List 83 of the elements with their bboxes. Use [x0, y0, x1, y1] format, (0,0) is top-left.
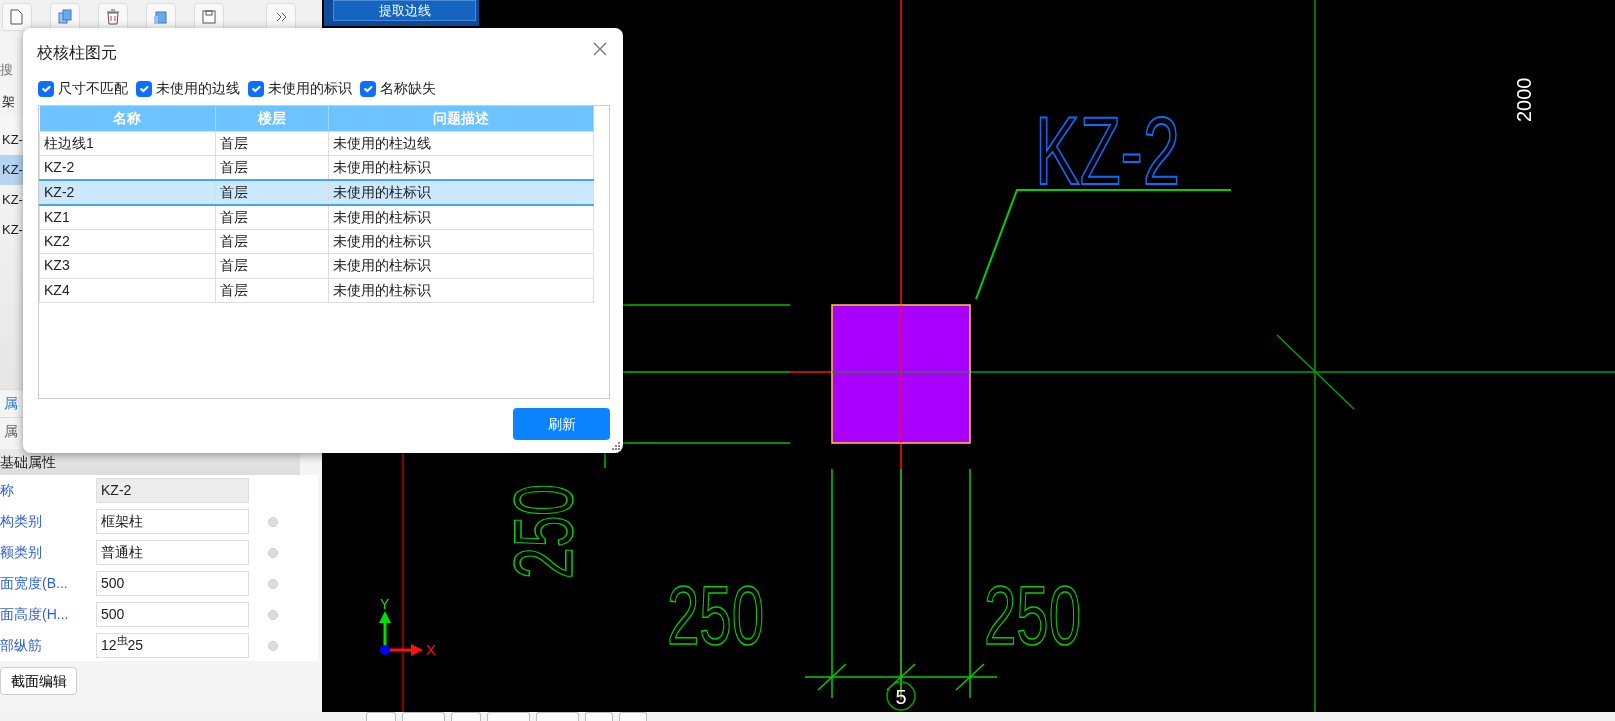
table-cell[interactable]: 未使用的柱标识 [328, 278, 594, 303]
document-icon [8, 7, 26, 26]
toolbar-button[interactable] [50, 2, 80, 31]
refresh-button[interactable]: 刷新 [513, 408, 610, 440]
table-cell[interactable]: 首层 [215, 131, 329, 156]
table-cell[interactable]: KZ2 [39, 229, 216, 254]
dimension-text: 2000 [1513, 77, 1535, 122]
property-label: 部纵筋 [0, 636, 43, 655]
property-field[interactable]: 12$^{虫}$25 [96, 633, 249, 658]
table-cell[interactable]: 未使用的柱标识 [328, 253, 594, 278]
property-field[interactable]: 普通柱 [96, 540, 249, 565]
table-cell[interactable]: 未使用的柱标识 [328, 204, 594, 229]
property-label: 额类别 [0, 543, 43, 562]
tree-label: 架 [2, 93, 15, 112]
toolbar-button[interactable] [2, 2, 32, 31]
dimension-text: 250 [667, 568, 808, 662]
toolbar-button[interactable] [487, 712, 530, 721]
checkbox-label: 尺寸不匹配 [58, 79, 128, 98]
table-cell[interactable]: 未使用的柱标识 [328, 180, 594, 205]
property-field[interactable]: 500 [96, 602, 249, 627]
table-cell[interactable]: 首层 [215, 180, 329, 205]
panel-tab[interactable]: 属 [4, 421, 18, 442]
toolbar-button[interactable] [98, 2, 128, 31]
table-cell[interactable]: 未使用的柱标识 [328, 229, 594, 254]
property-field[interactable]: 框架柱 [96, 509, 249, 534]
radio-dot[interactable] [268, 609, 278, 620]
toolbar-button[interactable] [451, 712, 481, 721]
table-cell[interactable]: 首层 [215, 204, 329, 229]
grid-line [604, 452, 606, 469]
edit-button[interactable]: 截面编辑 [0, 667, 77, 695]
toolbar-button[interactable] [402, 712, 445, 721]
column-header: 名称 [39, 106, 216, 131]
axis-bubble: 5 [886, 681, 916, 711]
table-cell[interactable]: 首层 [215, 229, 329, 254]
coordinate-axes-icon [379, 611, 423, 656]
panel-tab[interactable]: 属 [4, 393, 18, 414]
property-label: 构类别 [0, 512, 43, 531]
resize-grip-icon[interactable] [612, 442, 620, 450]
radio-dot[interactable] [268, 547, 278, 558]
toolbar-button[interactable] [619, 712, 647, 721]
close-icon[interactable] [593, 42, 607, 56]
search-field[interactable]: 搜 [0, 60, 13, 80]
axis-label: X [426, 641, 436, 658]
table-cell[interactable]: KZ4 [39, 278, 216, 303]
axis-label: Y [380, 596, 390, 612]
property-label: 称 [0, 481, 15, 500]
property-field[interactable]: KZ-2 [96, 478, 249, 503]
table-cell[interactable]: KZ-2 [39, 180, 216, 205]
table-cell[interactable]: 首层 [215, 278, 329, 303]
checkbox[interactable] [136, 80, 152, 97]
table-cell[interactable]: 未使用的柱边线 [328, 131, 594, 156]
checkbox-label: 名称缺失 [380, 79, 436, 98]
toolbar-button[interactable] [266, 2, 296, 31]
table-cell[interactable]: KZ1 [39, 204, 216, 229]
property-field[interactable]: 500 [96, 571, 249, 596]
trash-icon [104, 7, 122, 26]
table-cell[interactable]: 柱边线1 [39, 131, 216, 156]
dimension-text: 250 [496, 438, 590, 579]
column-header: 问题描述 [328, 106, 594, 131]
toolbar-button[interactable] [585, 712, 613, 721]
radio-dot[interactable] [268, 578, 278, 589]
checkbox-label: 未使用的边线 [156, 79, 240, 98]
column-label: KZ-2 [1035, 97, 1244, 204]
extract-button[interactable]: 提取边线 [333, 0, 476, 21]
copy-icon [56, 7, 74, 26]
toolbar-button[interactable] [536, 712, 579, 721]
toolbar-button[interactable] [146, 2, 176, 31]
property-label: 面宽度(B... [0, 574, 69, 593]
checkbox[interactable] [360, 80, 376, 97]
save-icon [200, 7, 218, 26]
dimension-text: 250 [984, 568, 1125, 662]
dialog-title: 校核柱图元 [37, 43, 117, 63]
toolbar-button[interactable] [194, 2, 224, 31]
radio-dot[interactable] [268, 516, 278, 527]
table-cell[interactable]: KZ3 [39, 253, 216, 278]
checkbox[interactable] [248, 80, 264, 97]
radio-dot[interactable] [268, 640, 278, 651]
column-header: 楼层 [215, 106, 329, 131]
table-cell[interactable]: 首层 [215, 253, 329, 278]
checkbox-label: 未使用的标识 [268, 79, 352, 98]
property-label: 面高度(H... [0, 605, 70, 624]
toolbar-button[interactable] [366, 712, 396, 721]
checkbox[interactable] [38, 80, 54, 97]
